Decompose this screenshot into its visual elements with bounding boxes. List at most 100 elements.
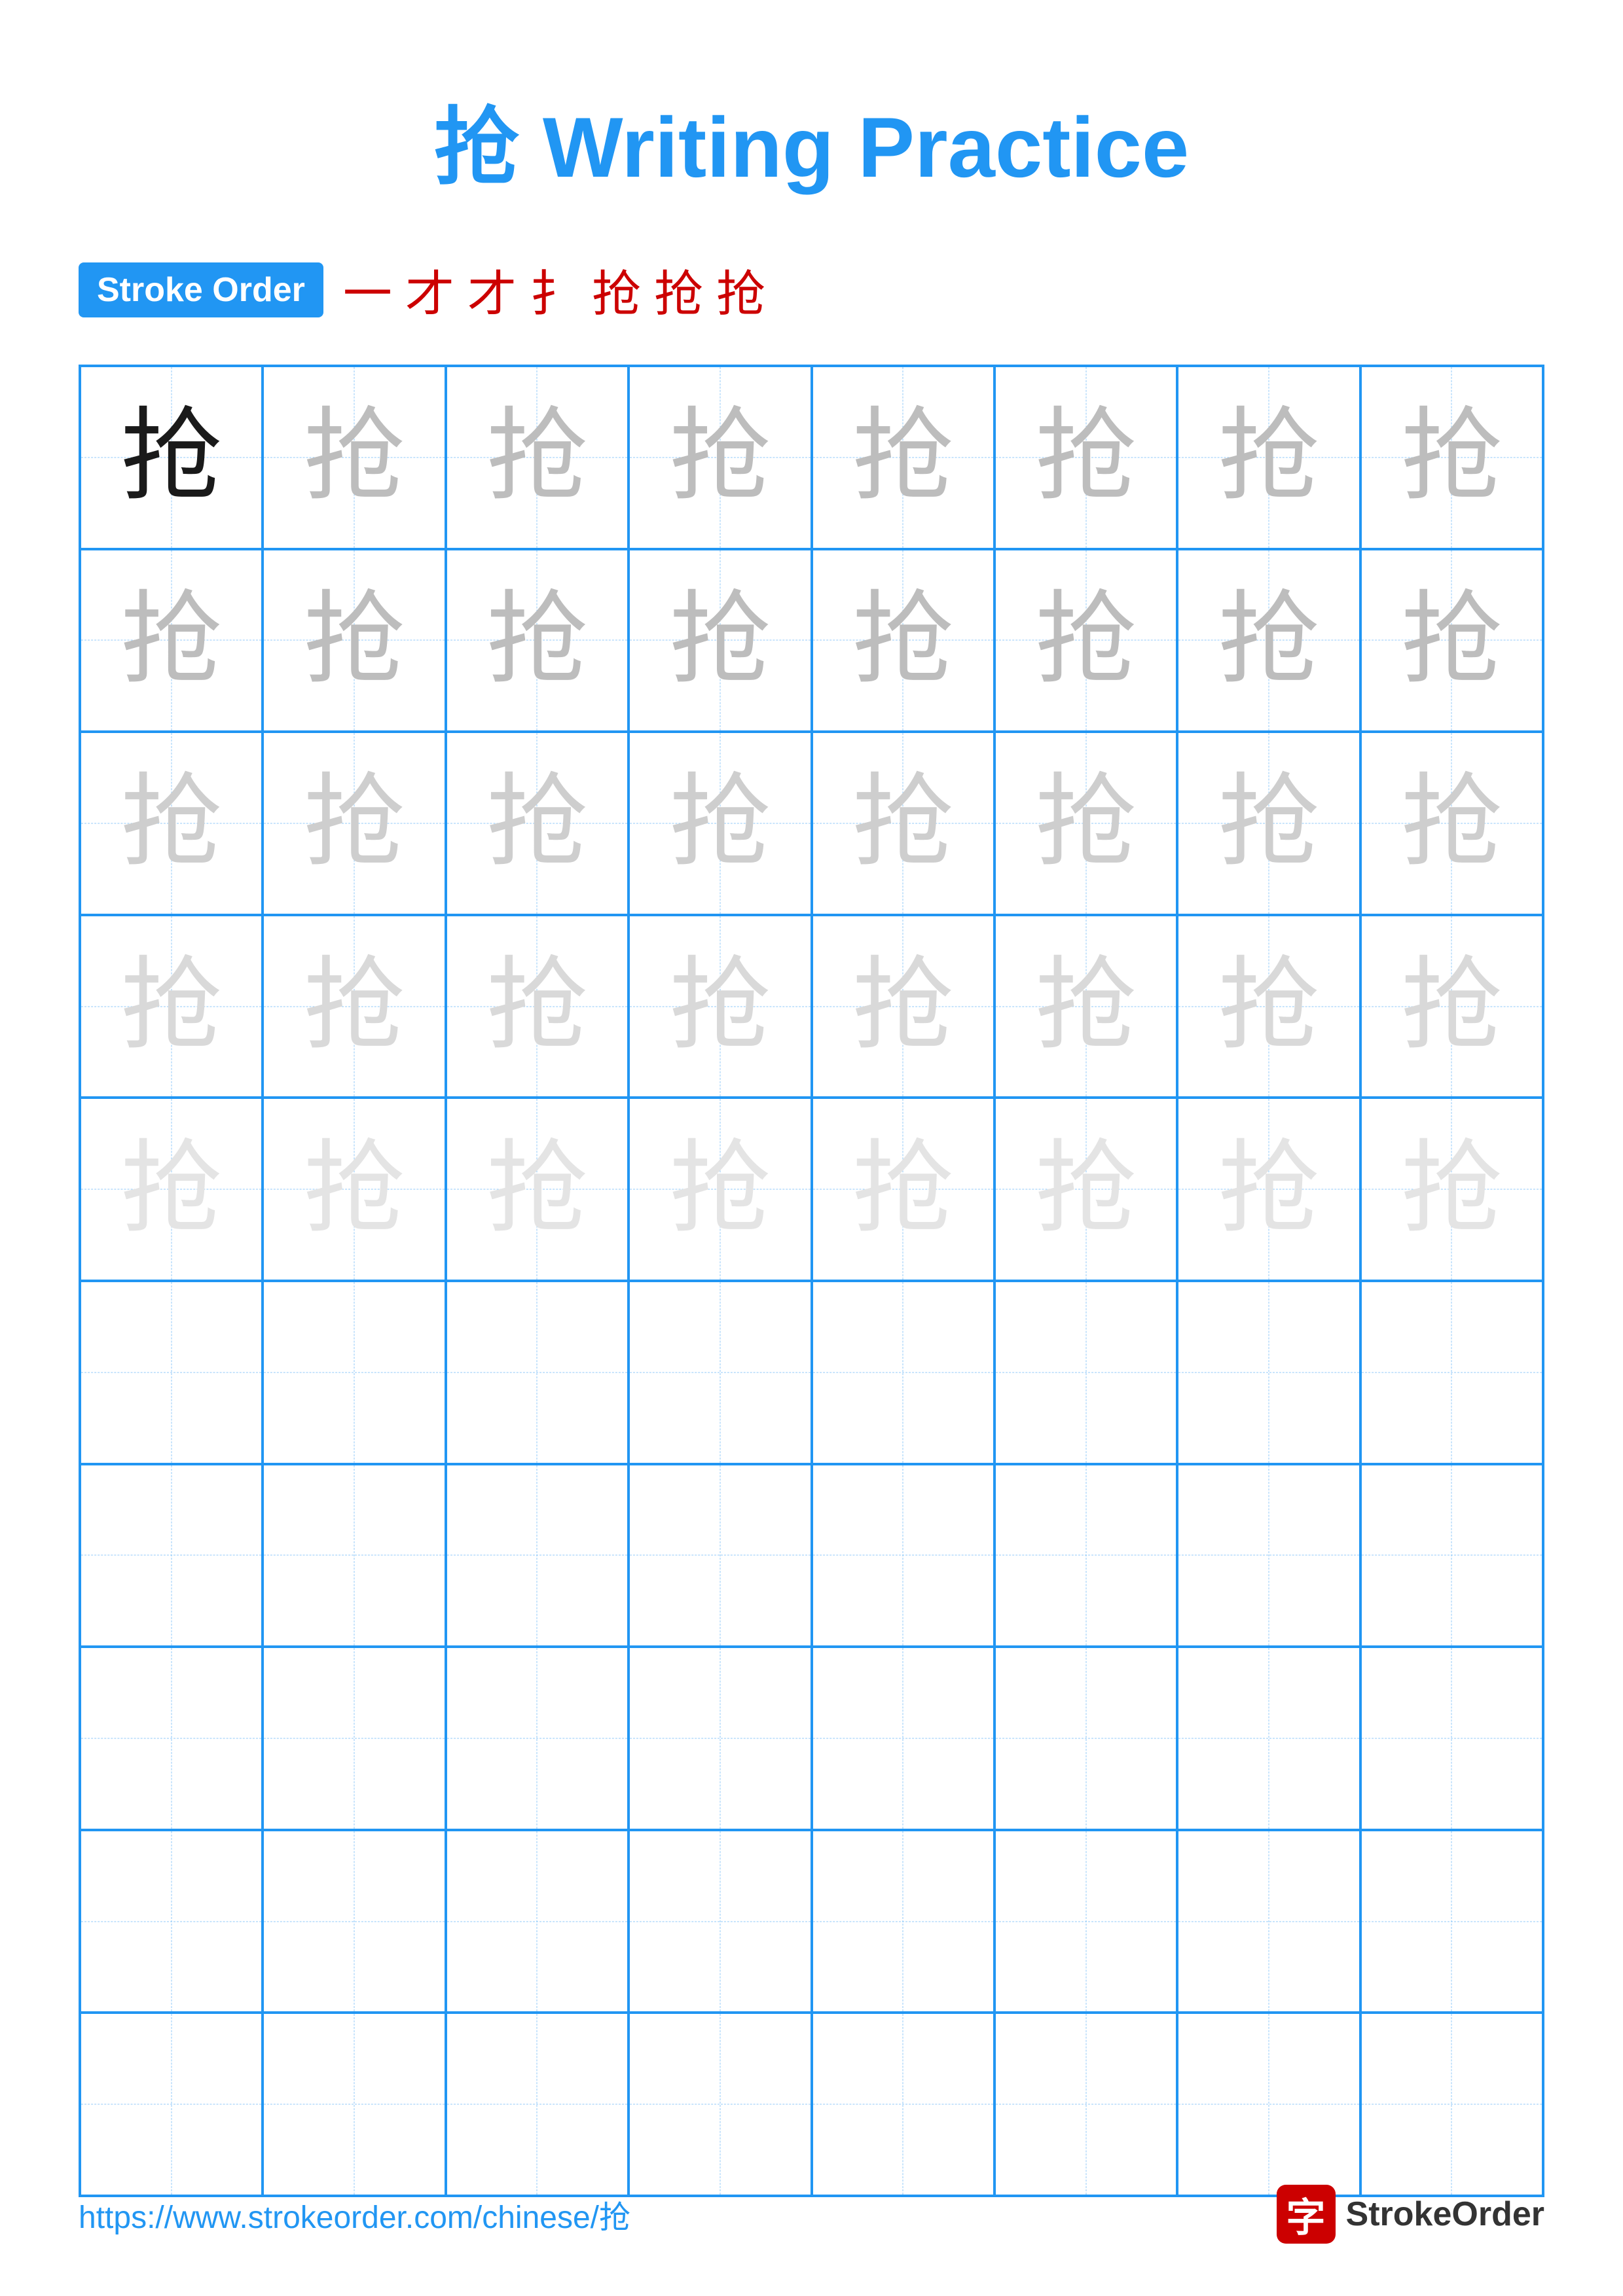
grid-cell[interactable]: 抢 [80,366,263,549]
grid-cell[interactable]: 抢 [263,366,445,549]
practice-char: 抢 [669,956,771,1057]
grid-cell[interactable] [446,2013,629,2196]
practice-char: 抢 [669,1139,771,1240]
grid-cell[interactable]: 抢 [994,732,1177,915]
grid-cell[interactable] [1360,1464,1543,1647]
grid-cell[interactable] [1360,1830,1543,2013]
grid-cell[interactable] [446,1281,629,1464]
grid-cell[interactable]: 抢 [812,549,994,732]
grid-cell[interactable] [812,1647,994,1830]
grid-cell[interactable]: 抢 [446,1098,629,1281]
grid-cell[interactable]: 抢 [1360,1098,1543,1281]
practice-char: 抢 [1401,590,1503,691]
footer-url: https://www.strokeorder.com/chinese/抢 [79,2191,630,2237]
grid-cell[interactable] [629,1647,811,1830]
grid-cell[interactable]: 抢 [263,549,445,732]
grid-cell[interactable]: 抢 [812,366,994,549]
grid-cell[interactable]: 抢 [263,1098,445,1281]
practice-char: 抢 [304,956,405,1057]
grid-cell[interactable]: 抢 [1177,732,1360,915]
grid-cell[interactable]: 抢 [1177,549,1360,732]
grid-cell[interactable] [80,1281,263,1464]
grid-cell[interactable] [1177,2013,1360,2196]
practice-char: 抢 [852,1139,954,1240]
grid-cell[interactable]: 抢 [446,549,629,732]
grid-cell[interactable]: 抢 [812,732,994,915]
grid-cell[interactable] [80,1647,263,1830]
grid-cell[interactable] [80,1830,263,2013]
grid-cell[interactable] [446,1647,629,1830]
practice-char: 抢 [304,1139,405,1240]
logo-text: StrokeOrder [1346,2195,1544,2234]
grid-cell[interactable]: 抢 [994,366,1177,549]
grid-cell[interactable]: 抢 [1177,366,1360,549]
practice-char: 抢 [1401,956,1503,1057]
grid-cell[interactable]: 抢 [1360,366,1543,549]
grid-cell[interactable] [263,1830,445,2013]
grid-cell[interactable]: 抢 [812,915,994,1098]
grid-cell[interactable] [446,1830,629,2013]
grid-cell[interactable] [629,1464,811,1647]
grid-cell[interactable]: 抢 [80,549,263,732]
grid-cell[interactable]: 抢 [446,732,629,915]
grid-cell[interactable] [1177,1647,1360,1830]
grid-cell[interactable] [1177,1281,1360,1464]
grid-cell[interactable]: 抢 [446,366,629,549]
practice-char: 抢 [120,772,222,874]
grid-cell[interactable]: 抢 [629,549,811,732]
grid-cell[interactable] [263,1647,445,1830]
grid-cell[interactable] [994,1281,1177,1464]
grid-cell[interactable]: 抢 [1177,915,1360,1098]
grid-cell[interactable] [1360,1281,1543,1464]
grid-cell[interactable]: 抢 [263,915,445,1098]
grid-cell[interactable] [994,2013,1177,2196]
grid-cell[interactable] [812,2013,994,2196]
grid-cell[interactable]: 抢 [446,915,629,1098]
grid-cell[interactable] [812,1464,994,1647]
grid-cell[interactable]: 抢 [629,915,811,1098]
practice-char: 抢 [486,406,588,508]
grid-cell[interactable] [629,1281,811,1464]
grid-cell[interactable] [263,2013,445,2196]
practice-char: 抢 [1035,772,1137,874]
grid-cell[interactable] [263,1464,445,1647]
grid-cell[interactable]: 抢 [629,732,811,915]
page: 抢 Writing Practice Stroke Order 一 才 才 扌 … [0,0,1623,2296]
grid-cell[interactable] [994,1464,1177,1647]
grid-cell[interactable] [812,1281,994,1464]
grid-cell[interactable] [994,1647,1177,1830]
grid-cell[interactable]: 抢 [994,915,1177,1098]
practice-char: 抢 [1035,1139,1137,1240]
grid-cell[interactable]: 抢 [1360,732,1543,915]
practice-char: 抢 [1218,1139,1319,1240]
grid-cell[interactable] [446,1464,629,1647]
grid-cell[interactable] [629,2013,811,2196]
practice-char: 抢 [852,772,954,874]
stroke-order-row: Stroke Order 一 才 才 扌 抢 抢 抢 [79,254,1544,325]
grid-cell[interactable]: 抢 [80,732,263,915]
grid-cell[interactable]: 抢 [1360,549,1543,732]
grid-cell[interactable] [1177,1464,1360,1647]
grid-cell[interactable] [994,1830,1177,2013]
grid-cell[interactable]: 抢 [80,915,263,1098]
grid-cell[interactable] [1177,1830,1360,2013]
grid-cell[interactable]: 抢 [629,366,811,549]
practice-char: 抢 [669,590,771,691]
practice-char: 抢 [669,772,771,874]
grid-cell[interactable] [812,1830,994,2013]
grid-cell[interactable] [629,1830,811,2013]
grid-cell[interactable] [1360,2013,1543,2196]
grid-cell[interactable]: 抢 [1177,1098,1360,1281]
grid-cell[interactable]: 抢 [80,1098,263,1281]
grid-cell[interactable]: 抢 [812,1098,994,1281]
grid-cell[interactable]: 抢 [994,549,1177,732]
grid-cell[interactable] [80,1464,263,1647]
footer: https://www.strokeorder.com/chinese/抢 字 … [79,2185,1544,2244]
grid-cell[interactable]: 抢 [994,1098,1177,1281]
grid-cell[interactable] [263,1281,445,1464]
grid-cell[interactable]: 抢 [263,732,445,915]
grid-cell[interactable] [1360,1647,1543,1830]
grid-cell[interactable]: 抢 [1360,915,1543,1098]
grid-cell[interactable] [80,2013,263,2196]
grid-cell[interactable]: 抢 [629,1098,811,1281]
